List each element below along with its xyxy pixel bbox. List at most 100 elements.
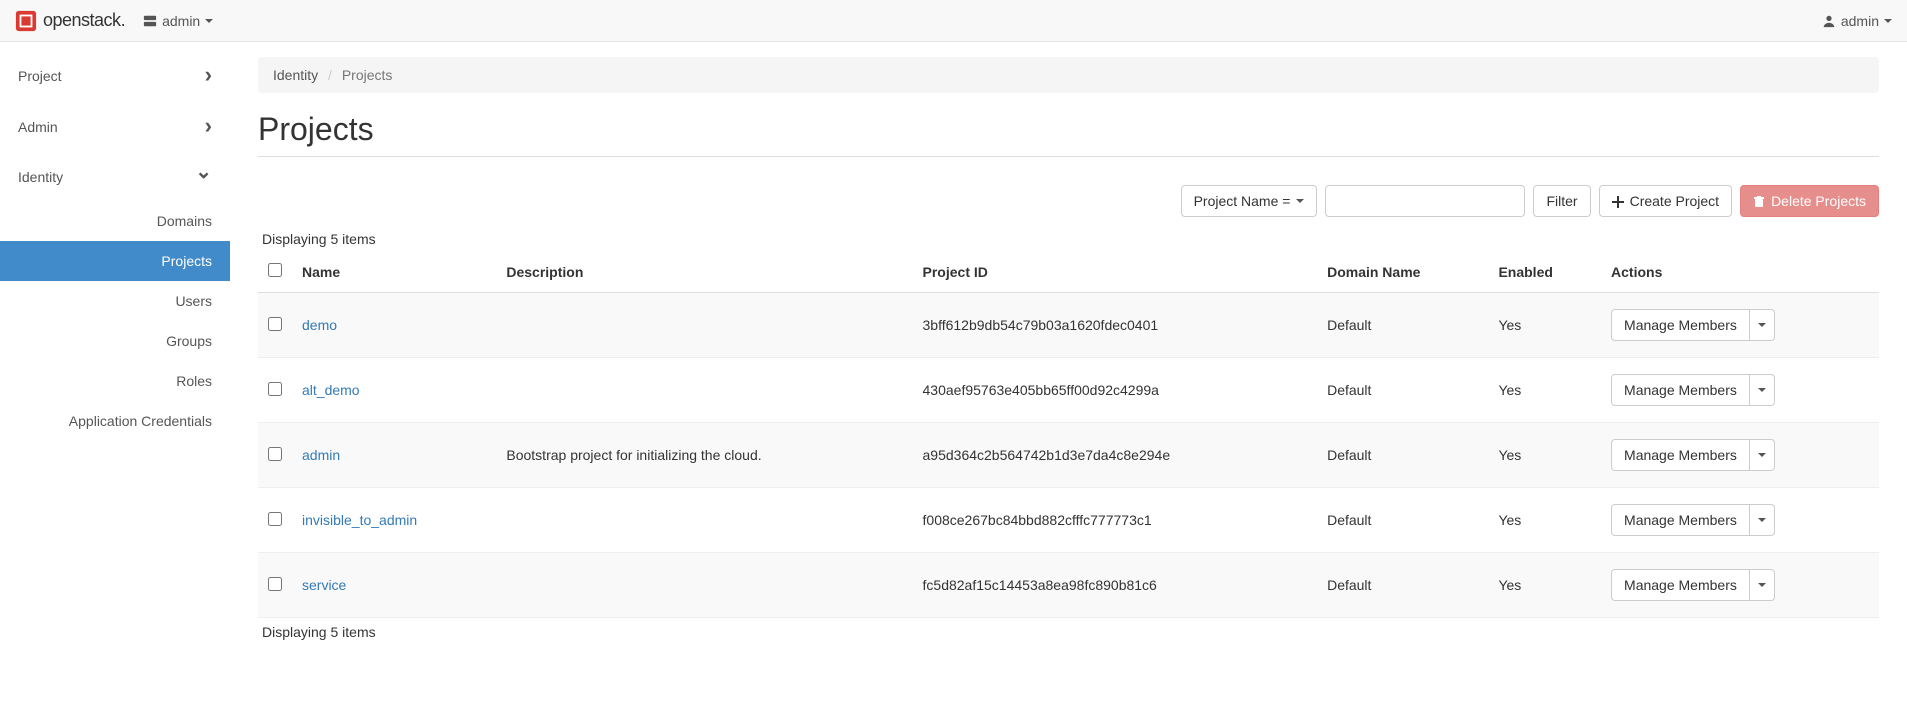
caret-down-icon — [205, 19, 213, 23]
caret-down-icon — [1884, 19, 1892, 23]
sidebar-item-label: Project — [18, 68, 62, 84]
manage-members-button[interactable]: Manage Members — [1611, 504, 1750, 536]
caret-down-icon — [1758, 388, 1766, 392]
table-toolbar: Project Name = Filter Create Project Del… — [258, 185, 1879, 217]
row-checkbox[interactable] — [268, 382, 282, 396]
domain-switcher[interactable]: admin — [143, 13, 213, 29]
project-description — [496, 488, 912, 553]
sidebar-sub-projects[interactable]: Projects — [0, 241, 230, 281]
sidebar-item-project[interactable]: Project — [0, 50, 230, 101]
col-enabled[interactable]: Enabled — [1488, 251, 1601, 293]
project-id: fc5d82af15c14453a8ea98fc890b81c6 — [913, 553, 1318, 618]
manage-members-button[interactable]: Manage Members — [1611, 569, 1750, 601]
filter-field-label: Project Name = — [1194, 193, 1291, 209]
breadcrumb-root[interactable]: Identity — [273, 67, 318, 83]
brand-name: openstack. — [43, 10, 125, 31]
project-id: a95d364c2b564742b1d3e7da4c8e294e — [913, 423, 1318, 488]
sidebar-sub-users[interactable]: Users — [0, 281, 230, 321]
col-project-id[interactable]: Project ID — [913, 251, 1318, 293]
chevron-right-icon — [205, 115, 212, 138]
sidebar-sub-app-creds[interactable]: Application Credentials — [0, 401, 230, 441]
row-actions-dropdown[interactable] — [1750, 309, 1775, 341]
project-domain: Default — [1317, 488, 1488, 553]
caret-down-icon — [1758, 453, 1766, 457]
main-content: Identity / Projects Projects Project Nam… — [230, 42, 1907, 715]
user-menu[interactable]: admin — [1822, 13, 1892, 29]
chevron-right-icon — [205, 64, 212, 87]
project-id: 3bff612b9db54c79b03a1620fdec0401 — [913, 293, 1318, 358]
manage-members-button[interactable]: Manage Members — [1611, 439, 1750, 471]
topbar: openstack. admin admin — [0, 0, 1907, 42]
filter-button[interactable]: Filter — [1533, 185, 1590, 217]
col-name[interactable]: Name — [292, 251, 496, 293]
project-enabled: Yes — [1488, 293, 1601, 358]
project-description — [496, 553, 912, 618]
col-actions: Actions — [1601, 251, 1879, 293]
project-description — [496, 293, 912, 358]
project-name-link[interactable]: alt_demo — [302, 382, 360, 398]
projects-table: Name Description Project ID Domain Name … — [258, 251, 1879, 618]
sidebar-sub-domains[interactable]: Domains — [0, 201, 230, 241]
table-row: servicefc5d82af15c14453a8ea98fc890b81c6D… — [258, 553, 1879, 618]
project-enabled: Yes — [1488, 553, 1601, 618]
filter-field-dropdown[interactable]: Project Name = — [1181, 185, 1318, 217]
breadcrumb-separator: / — [328, 67, 332, 83]
row-actions-dropdown[interactable] — [1750, 374, 1775, 406]
sidebar: Project Admin Identity Domains Projects … — [0, 42, 230, 715]
row-actions-dropdown[interactable] — [1750, 569, 1775, 601]
project-name-link[interactable]: demo — [302, 317, 337, 333]
project-description: Bootstrap project for initializing the c… — [496, 423, 912, 488]
page-title: Projects — [258, 111, 1879, 148]
col-domain[interactable]: Domain Name — [1317, 251, 1488, 293]
manage-members-button[interactable]: Manage Members — [1611, 374, 1750, 406]
user-menu-label: admin — [1841, 13, 1879, 29]
project-enabled: Yes — [1488, 488, 1601, 553]
user-icon — [1822, 14, 1836, 28]
project-enabled: Yes — [1488, 423, 1601, 488]
filter-input[interactable] — [1325, 185, 1525, 217]
brand-logo[interactable]: openstack. — [15, 10, 125, 32]
project-domain: Default — [1317, 358, 1488, 423]
col-description[interactable]: Description — [496, 251, 912, 293]
caret-down-icon — [1296, 199, 1304, 203]
sidebar-sub-roles[interactable]: Roles — [0, 361, 230, 401]
project-enabled: Yes — [1488, 358, 1601, 423]
sidebar-sub-groups[interactable]: Groups — [0, 321, 230, 361]
page-separator — [258, 156, 1879, 157]
domain-switcher-label: admin — [162, 13, 200, 29]
table-row: invisible_to_admin f008ce267bc84bbd882cff… — [258, 488, 1879, 553]
create-project-button[interactable]: Create Project — [1599, 185, 1732, 217]
row-actions-dropdown[interactable] — [1750, 504, 1775, 536]
manage-members-button[interactable]: Manage Members — [1611, 309, 1750, 341]
create-project-label: Create Project — [1630, 193, 1719, 209]
item-count-top: Displaying 5 items — [262, 231, 1879, 247]
sidebar-item-identity[interactable]: Identity — [0, 152, 230, 201]
row-checkbox[interactable] — [268, 447, 282, 461]
table-row: alt_demo430aef95763e405bb65ff00d92c4299a… — [258, 358, 1879, 423]
project-name-link[interactable]: admin — [302, 447, 340, 463]
breadcrumb-current: Projects — [342, 67, 393, 83]
project-description — [496, 358, 912, 423]
project-id: f008ce267bc84bbd882cfffc777773c1 — [913, 488, 1318, 553]
row-checkbox[interactable] — [268, 512, 282, 526]
select-all-checkbox[interactable] — [268, 263, 282, 277]
project-name-link[interactable]: service — [302, 577, 346, 593]
table-row: admin Bootstrap project for initializing … — [258, 423, 1879, 488]
caret-down-icon — [1758, 323, 1766, 327]
delete-projects-button[interactable]: Delete Projects — [1740, 185, 1879, 217]
project-domain: Default — [1317, 293, 1488, 358]
openstack-logo-icon — [15, 10, 37, 32]
caret-down-icon — [1758, 518, 1766, 522]
table-row: demo 3bff612b9db54c79b03a1620fdec0401Defa… — [258, 293, 1879, 358]
row-actions-dropdown[interactable] — [1750, 439, 1775, 471]
caret-down-icon — [1758, 583, 1766, 587]
topbar-left: openstack. admin — [15, 10, 213, 32]
delete-projects-label: Delete Projects — [1771, 193, 1866, 209]
item-count-bottom: Displaying 5 items — [262, 624, 1879, 640]
row-checkbox[interactable] — [268, 317, 282, 331]
row-checkbox[interactable] — [268, 577, 282, 591]
chevron-down-icon — [195, 166, 212, 187]
sidebar-item-admin[interactable]: Admin — [0, 101, 230, 152]
project-name-link[interactable]: invisible_to_admin — [302, 512, 417, 528]
breadcrumb: Identity / Projects — [258, 57, 1879, 93]
